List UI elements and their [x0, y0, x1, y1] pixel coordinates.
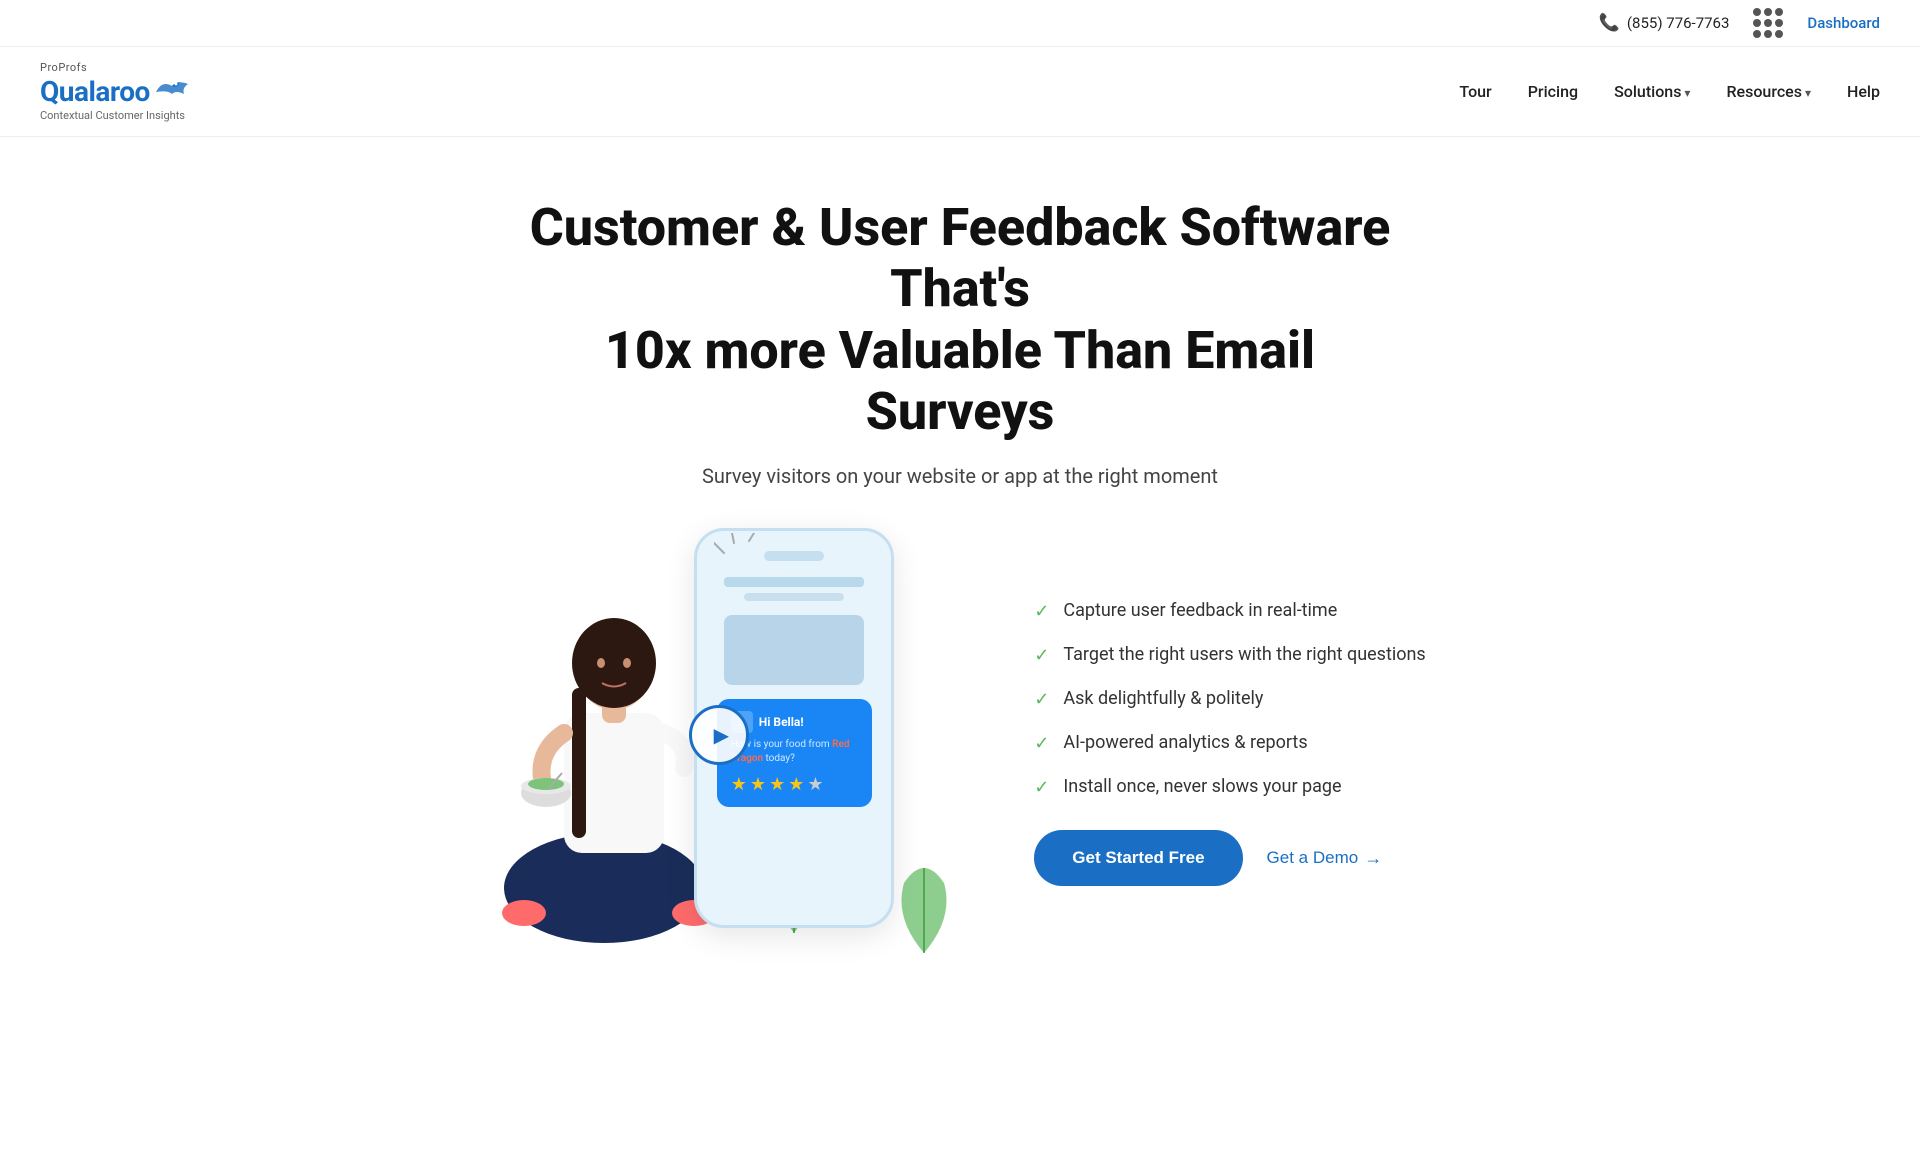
- phone-bar1: [724, 577, 864, 587]
- sparkle-icon: [714, 533, 774, 573]
- feature-item-5: ✓ Install once, never slows your page: [1034, 776, 1425, 798]
- check-icon-1: ✓: [1034, 601, 1049, 622]
- nav-item-help[interactable]: Help: [1847, 82, 1880, 101]
- phone-number[interactable]: 📞 (855) 776-7763: [1599, 13, 1730, 33]
- get-started-button[interactable]: Get Started Free: [1034, 830, 1242, 886]
- logo-tagline: Contextual Customer Insights: [40, 109, 190, 122]
- feature-item-1: ✓ Capture user feedback in real-time: [1034, 600, 1425, 622]
- hero-headline: Customer & User Feedback Software That's…: [510, 197, 1410, 442]
- survey-greeting: Hi Bella!: [731, 711, 858, 733]
- features-section: ✓ Capture user feedback in real-time ✓ T…: [1034, 600, 1425, 886]
- get-demo-button[interactable]: Get a Demo →: [1267, 848, 1383, 869]
- feature-item-4: ✓ AI-powered analytics & reports: [1034, 732, 1425, 754]
- survey-question: How is your food from Red Dragon today?: [731, 738, 858, 766]
- logo-proprofs: ProProfs: [40, 61, 190, 74]
- phone-icon: 📞: [1599, 13, 1620, 33]
- hero-illustration: Hi Bella! How is your food from Red Drag…: [494, 528, 974, 958]
- star-5: ★: [807, 774, 823, 795]
- star-1: ★: [731, 774, 747, 795]
- star-rating[interactable]: ★ ★ ★ ★ ★: [731, 774, 858, 795]
- check-icon-5: ✓: [1034, 777, 1049, 798]
- nav-links: Tour Pricing Solutions Resources Help: [1459, 82, 1880, 101]
- play-button[interactable]: [689, 705, 749, 765]
- logo-area: ProProfs Qualaroo Contextual Customer In…: [40, 61, 190, 122]
- logo-text: Qualaroo: [40, 75, 150, 108]
- feature-item-2: ✓ Target the right users with the right …: [1034, 644, 1425, 666]
- features-list: ✓ Capture user feedback in real-time ✓ T…: [1034, 600, 1425, 798]
- nav-item-tour[interactable]: Tour: [1459, 82, 1491, 101]
- logo-qualaroo[interactable]: Qualaroo: [40, 75, 190, 108]
- phone-bar2: [744, 593, 844, 601]
- check-icon-3: ✓: [1034, 689, 1049, 710]
- check-icon-2: ✓: [1034, 645, 1049, 666]
- navbar: ProProfs Qualaroo Contextual Customer In…: [0, 47, 1920, 137]
- phone-content-image: [724, 615, 864, 685]
- nav-item-resources[interactable]: Resources: [1726, 82, 1811, 101]
- apps-grid-icon[interactable]: [1753, 8, 1783, 38]
- demo-arrow-icon: →: [1364, 848, 1382, 869]
- feature-item-3: ✓ Ask delightfully & politely: [1034, 688, 1425, 710]
- star-3: ★: [769, 774, 785, 795]
- nav-item-pricing[interactable]: Pricing: [1528, 82, 1578, 101]
- leaf-right-icon: [889, 853, 959, 953]
- hero-section: Customer & User Feedback Software That's…: [0, 137, 1920, 488]
- content-area: Hi Bella! How is your food from Red Drag…: [310, 528, 1610, 1018]
- top-bar: 📞 (855) 776-7763 Dashboard: [0, 0, 1920, 47]
- logo-bird-icon: [154, 78, 190, 100]
- star-4: ★: [788, 774, 804, 795]
- hero-subtitle: Survey visitors on your website or app a…: [40, 464, 1880, 488]
- cta-area: Get Started Free Get a Demo →: [1034, 830, 1425, 886]
- nav-item-solutions[interactable]: Solutions: [1614, 82, 1690, 101]
- star-2: ★: [750, 774, 766, 795]
- check-icon-4: ✓: [1034, 733, 1049, 754]
- dashboard-link[interactable]: Dashboard: [1807, 14, 1880, 32]
